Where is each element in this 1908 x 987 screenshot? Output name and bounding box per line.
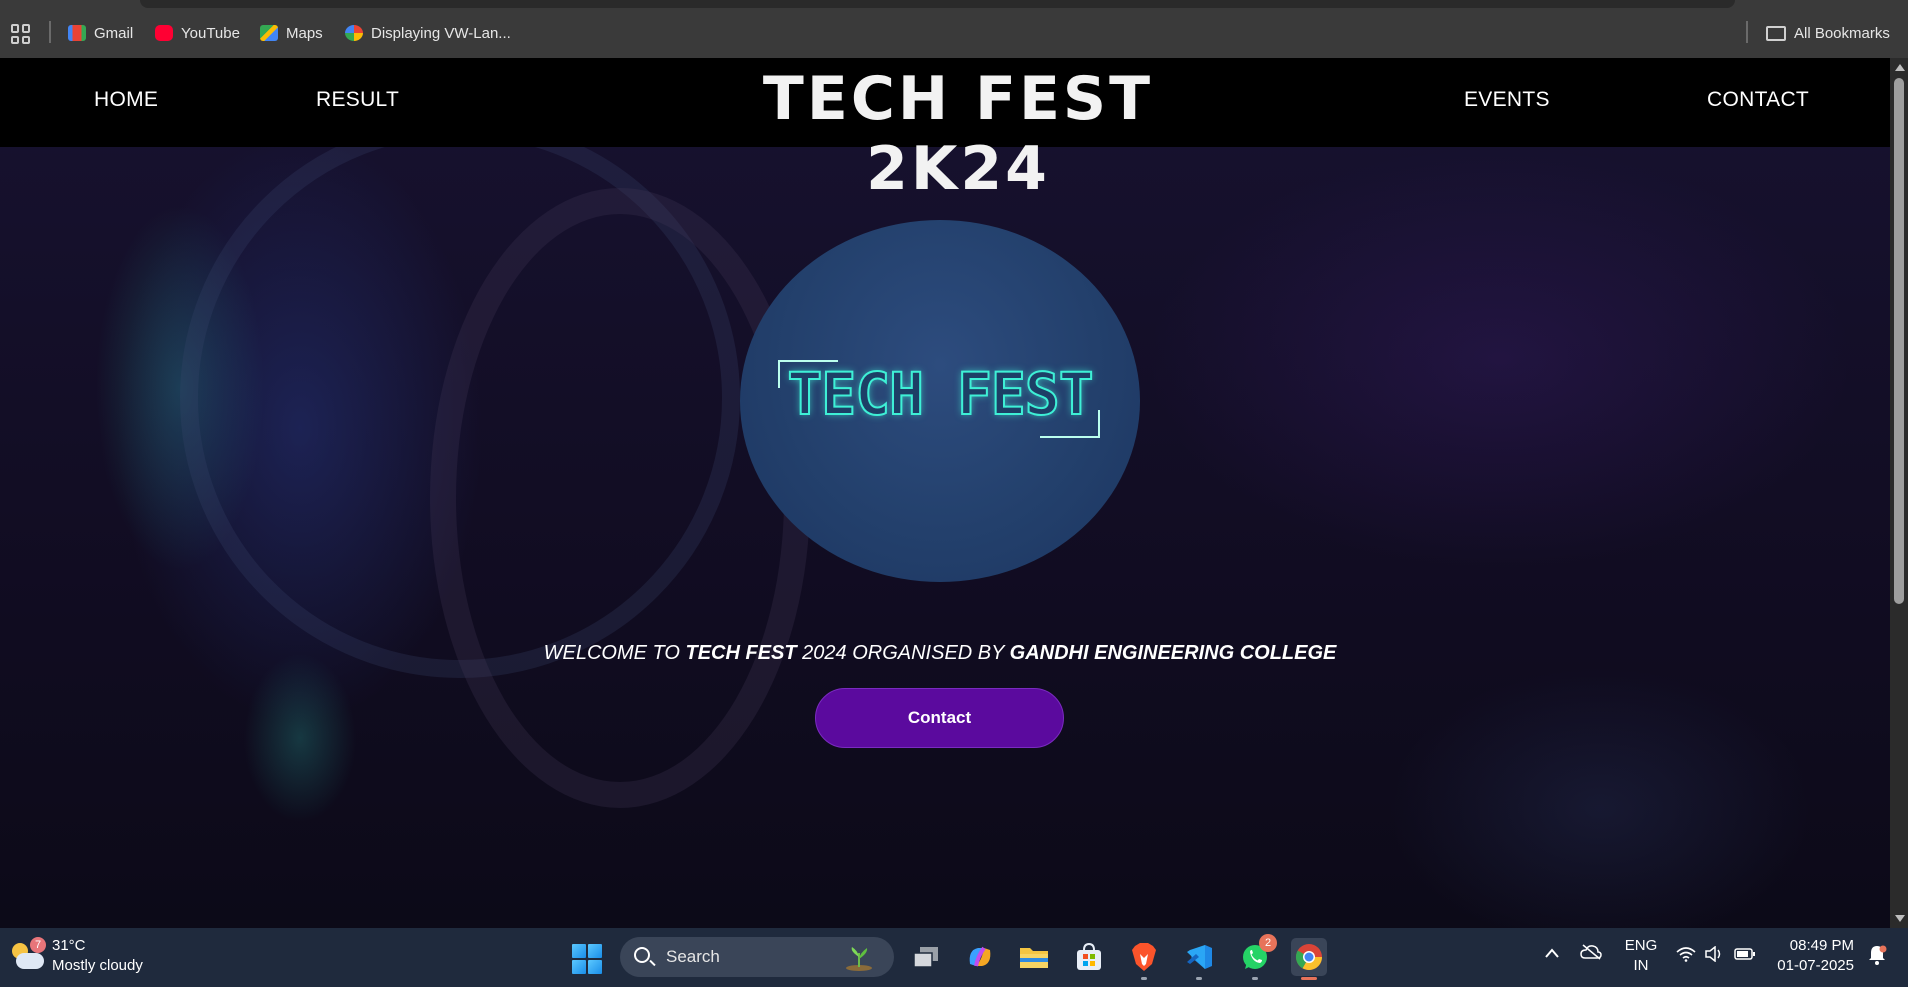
task-view-icon[interactable] <box>908 938 944 976</box>
logo-text: TECH FEST <box>786 359 1094 429</box>
web-page: HOME RESULT TECH FEST 2K24 EVENTS CONTAC… <box>0 58 1890 928</box>
microsoft-store-icon[interactable] <box>1071 938 1107 976</box>
contact-button[interactable]: Contact <box>815 688 1064 748</box>
windows-start-icon[interactable] <box>572 944 602 974</box>
scrollbar-thumb[interactable] <box>1894 78 1904 604</box>
bookmark-label: Maps <box>286 24 323 42</box>
tech-fest-logo: TECH FEST <box>740 220 1140 582</box>
background-decoration <box>430 188 810 808</box>
bookmark-displaying-vw-lan[interactable]: Displaying VW-Lan... <box>345 22 511 44</box>
windows-taskbar: 7 31°C Mostly cloudy Search 2 ENG IN 08:… <box>0 928 1908 987</box>
search-icon <box>634 947 650 963</box>
welcome-text: 2024 ORGANISED BY <box>796 642 1010 664</box>
welcome-message: WELCOME TO TECH FEST 2024 ORGANISED BY G… <box>0 642 1880 665</box>
bookmark-gmail[interactable]: Gmail <box>68 22 133 44</box>
copilot-icon[interactable] <box>962 938 998 976</box>
wifi-icon[interactable] <box>1676 946 1696 966</box>
weather-widget[interactable]: 7 31°C Mostly cloudy <box>10 936 143 976</box>
nav-events-link[interactable]: EVENTS <box>1464 88 1550 112</box>
bookmark-label: YouTube <box>181 24 240 42</box>
language-indicator[interactable]: ENG IN <box>1622 936 1660 976</box>
whatsapp-notification-badge: 2 <box>1259 934 1277 952</box>
nav-home-link[interactable]: HOME <box>94 88 158 112</box>
photos-icon <box>345 25 363 41</box>
show-hidden-icons-chevron-icon[interactable] <box>1544 946 1560 963</box>
clock-time: 08:49 PM <box>1789 937 1854 954</box>
youtube-icon <box>155 25 173 41</box>
address-bar-edge <box>140 0 1735 8</box>
taskbar-search[interactable]: Search <box>620 937 894 977</box>
clock-date: 01-07-2025 <box>1777 957 1854 974</box>
volume-icon[interactable] <box>1704 945 1724 966</box>
welcome-text: WELCOME TO <box>543 642 686 664</box>
battery-icon[interactable] <box>1734 947 1756 965</box>
whatsapp-icon[interactable]: 2 <box>1237 934 1277 980</box>
taskbar-clock[interactable]: 08:49 PM 01-07-2025 <box>1770 936 1854 976</box>
file-explorer-icon[interactable] <box>1016 938 1052 976</box>
vscode-icon[interactable] <box>1181 938 1217 980</box>
weather-badge: 7 <box>30 937 46 953</box>
language-line1: ENG <box>1624 937 1658 954</box>
language-line2: IN <box>1633 957 1649 974</box>
welcome-event-name: TECH FEST <box>685 642 797 664</box>
brave-browser-icon[interactable] <box>1126 938 1162 980</box>
folder-icon <box>1766 25 1786 41</box>
weather-cloud-icon: 7 <box>10 937 46 971</box>
top-navbar: HOME RESULT TECH FEST 2K24 EVENTS CONTAC… <box>0 58 1890 204</box>
bookmark-label: Gmail <box>94 24 134 42</box>
search-label: Search <box>666 947 720 966</box>
bookmarks-bar: Gmail YouTube Maps Displaying VW-Lan... … <box>0 0 1908 58</box>
chrome-icon[interactable] <box>1291 938 1327 980</box>
weather-temperature: 31°C <box>52 937 86 954</box>
bookmark-label: Displaying VW-Lan... <box>371 24 511 42</box>
page-scrollbar[interactable] <box>1890 58 1908 928</box>
scroll-down-arrow-icon[interactable] <box>1895 915 1905 922</box>
all-bookmarks-label: All Bookmarks <box>1794 24 1890 42</box>
notification-bell-icon[interactable] <box>1866 944 1888 970</box>
scroll-up-arrow-icon[interactable] <box>1895 64 1905 71</box>
all-bookmarks-button[interactable]: All Bookmarks <box>1766 22 1890 44</box>
nav-contact-link[interactable]: CONTACT <box>1707 88 1809 112</box>
weather-condition: Mostly cloudy <box>52 957 143 974</box>
welcome-college-name: GANDHI ENGINEERING COLLEGE <box>1009 642 1337 664</box>
apps-grid-icon[interactable] <box>11 24 31 44</box>
nav-result-link[interactable]: RESULT <box>316 88 399 112</box>
site-title: TECH FEST 2K24 <box>762 64 1154 204</box>
gmail-icon <box>68 25 86 41</box>
bookmark-youtube[interactable]: YouTube <box>155 22 240 44</box>
bookmark-separator <box>1746 21 1748 43</box>
bookmark-separator <box>49 21 51 43</box>
maps-icon <box>260 25 278 41</box>
onedrive-offline-icon[interactable] <box>1580 944 1602 964</box>
bookmark-maps[interactable]: Maps <box>260 22 323 44</box>
plant-icon <box>846 947 872 971</box>
